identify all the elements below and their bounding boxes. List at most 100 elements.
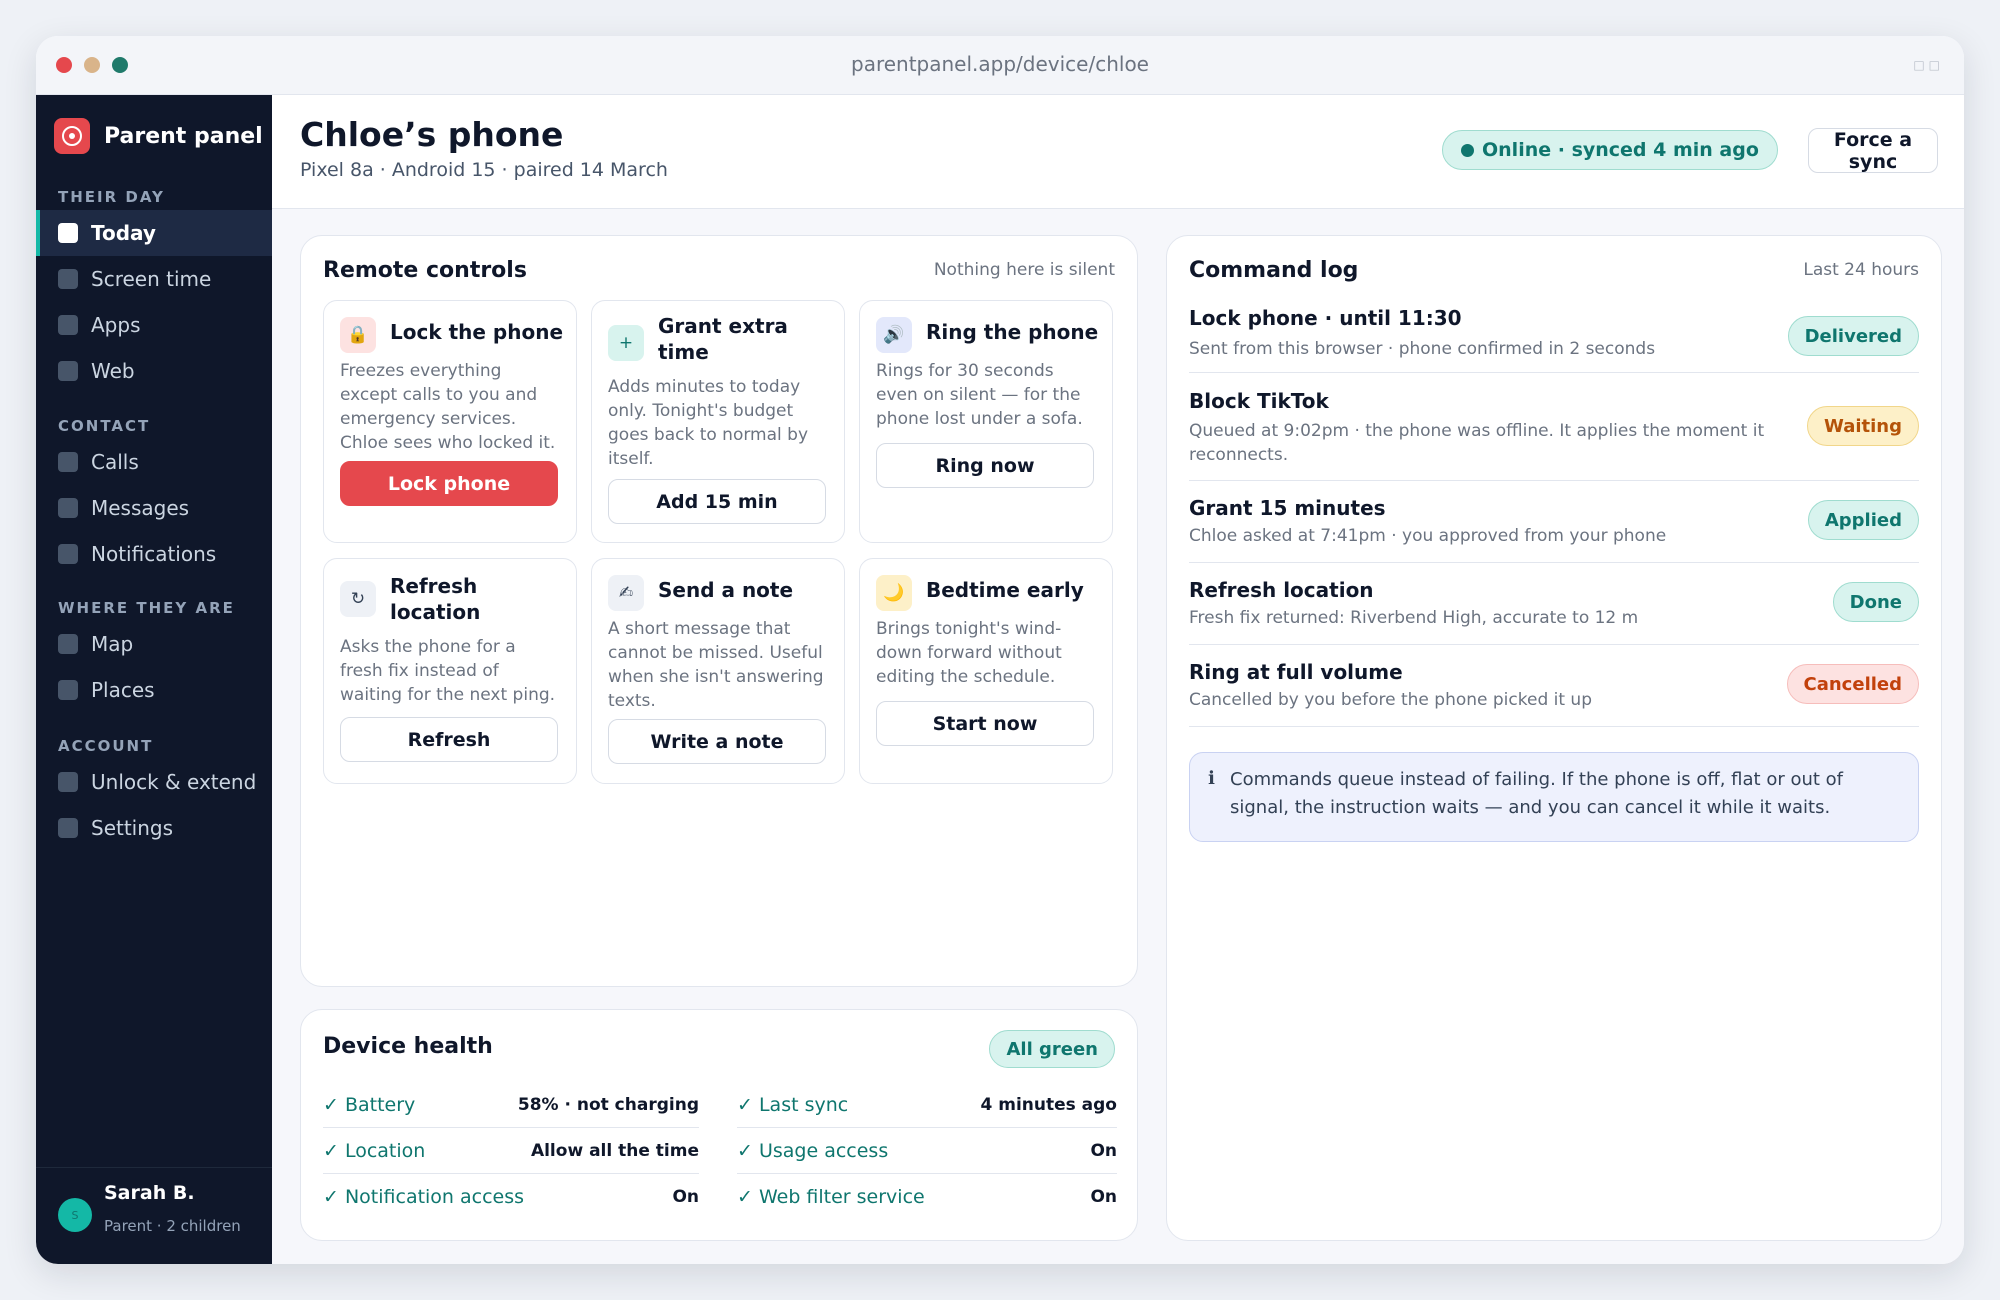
log-entry-ring-full-volume[interactable]: Ring at full volume Cancelled by you bef… — [1189, 645, 1919, 727]
status-badge: Delivered — [1787, 316, 1919, 356]
info-text: Commands queue instead of failing. If th… — [1230, 769, 1844, 818]
today-icon — [58, 223, 78, 243]
queue-info-callout: ℹ Commands queue instead of failing. If … — [1189, 752, 1919, 842]
calls-icon — [58, 452, 78, 472]
lock-phone-button[interactable]: Lock phone — [340, 461, 558, 506]
tile-ring-phone: 🔊 Ring the phone Rings for 30 seconds ev… — [859, 300, 1113, 543]
start-now-button[interactable]: Start now — [876, 701, 1094, 746]
log-detail: Chloe asked at 7:41pm · you approved fro… — [1189, 526, 1667, 546]
sidebar-item-label: Apps — [91, 313, 141, 337]
health-row-usage-access: ✓ Usage access On — [737, 1128, 1117, 1174]
web-icon — [58, 361, 78, 381]
title-bar: parentpanel.app/device/chloe □□ — [36, 36, 1964, 95]
online-dot-icon — [1461, 143, 1474, 157]
sidebar-item-label: Places — [91, 678, 155, 702]
sidebar-item-notifications[interactable]: Notifications — [36, 531, 272, 577]
sync-status-badge: Online · synced 4 min ago — [1442, 130, 1778, 170]
sidebar-item-calls[interactable]: Calls — [36, 439, 272, 485]
tile-description: A short message that cannot be missed. U… — [608, 619, 824, 711]
sidebar-item-label: Map — [91, 632, 134, 656]
log-title: Refresh location — [1189, 578, 1374, 602]
log-detail: Fresh fix returned: Riverbend High, accu… — [1189, 608, 1639, 628]
log-entry-grant-15[interactable]: Grant 15 minutes Chloe asked at 7:41pm ·… — [1189, 481, 1919, 563]
all-green-badge: All green — [989, 1030, 1115, 1068]
screen-time-icon — [58, 269, 78, 289]
tile-lock-phone: 🔒 Lock the phone Freezes everything exce… — [323, 300, 577, 543]
speaker-icon: 🔊 — [876, 317, 912, 353]
tile-description: Freezes everything except calls to you a… — [340, 361, 556, 453]
device-info: Pixel 8a · Android 15 · paired 14 March — [300, 159, 668, 181]
tile-title: Bedtime early — [926, 578, 1084, 602]
brand[interactable]: Parent panel — [54, 118, 263, 154]
tile-description: Asks the phone for a fresh fix instead o… — [340, 637, 556, 705]
address-bar[interactable]: parentpanel.app/device/chloe — [36, 52, 1964, 76]
status-badge: Applied — [1807, 500, 1919, 540]
log-title: Grant 15 minutes — [1189, 496, 1386, 520]
sidebar-item-settings[interactable]: Settings — [36, 805, 272, 851]
log-title: Block TikTok — [1189, 389, 1329, 413]
sidebar-item-web[interactable]: Web — [36, 348, 272, 394]
device-health-title: Device health — [323, 1034, 493, 1059]
health-value: 58% · not charging — [517, 1094, 699, 1115]
health-value: On — [1090, 1187, 1117, 1207]
sidebar-item-apps[interactable]: Apps — [36, 302, 272, 348]
sidebar-item-unlock-extend[interactable]: Unlock & extend — [36, 759, 272, 805]
user-profile[interactable]: S Sarah B. Parent · 2 children — [36, 1167, 272, 1264]
lock-icon: 🔒 — [340, 317, 376, 353]
refresh-button[interactable]: Refresh — [340, 717, 558, 762]
status-badge: Done — [1832, 582, 1919, 622]
tile-title: Refresh location — [390, 574, 481, 624]
log-title: Lock phone · until 11:30 — [1189, 306, 1462, 330]
tile-title: Grant extra time — [658, 314, 788, 364]
main-content: Chloe’s phone Pixel 8a · Android 15 · pa… — [272, 95, 1964, 1264]
tile-title: Lock the phone — [390, 320, 564, 344]
status-badge: Cancelled — [1786, 664, 1919, 704]
tile-refresh-location: ↻ Refresh location Asks the phone for a … — [323, 558, 577, 784]
user-name: Sarah B. — [104, 1182, 195, 1204]
section-label-where-they-are: WHERE THEY ARE — [58, 599, 235, 617]
sidebar-item-label: Calls — [91, 450, 139, 474]
log-entry-refresh-location[interactable]: Refresh location Fresh fix returned: Riv… — [1189, 563, 1919, 645]
health-row-web-filter: ✓ Web filter service On — [737, 1174, 1117, 1220]
log-detail: Cancelled by you before the phone picked… — [1189, 690, 1592, 710]
settings-icon — [58, 818, 78, 838]
notifications-icon — [58, 544, 78, 564]
section-label-contact: CONTACT — [58, 417, 151, 435]
force-sync-button[interactable]: Force a sync — [1808, 128, 1938, 173]
health-row-notification-access: ✓ Notification access On — [323, 1174, 699, 1220]
sidebar-item-label: Today — [91, 221, 156, 245]
tile-title: Ring the phone — [926, 320, 1099, 344]
log-title: Ring at full volume — [1189, 660, 1403, 684]
log-detail: Queued at 9:02pm · the phone was offline… — [1189, 421, 1765, 465]
tile-description: Rings for 30 seconds even on silent — fo… — [876, 361, 1083, 429]
tile-description: Adds minutes to today only. Tonight's bu… — [608, 377, 809, 469]
sidebar-item-map[interactable]: Map — [36, 621, 272, 667]
remote-controls-card: Remote controls Nothing here is silent 🔒… — [300, 235, 1138, 987]
sidebar-item-places[interactable]: Places — [36, 667, 272, 713]
user-role: Parent · 2 children — [104, 1217, 241, 1235]
places-icon — [58, 680, 78, 700]
sidebar-item-label: Web — [91, 359, 135, 383]
messages-icon — [58, 498, 78, 518]
browser-window: parentpanel.app/device/chloe □□ Parent p… — [36, 36, 1964, 1264]
health-label: ✓ Location — [323, 1139, 426, 1162]
brand-logo-icon — [54, 118, 90, 154]
sidebar-item-screen-time[interactable]: Screen time — [36, 256, 272, 302]
apps-icon — [58, 315, 78, 335]
log-entry-block-tiktok[interactable]: Block TikTok Queued at 9:02pm · the phon… — [1189, 373, 1919, 481]
write-note-button[interactable]: Write a note — [608, 719, 826, 764]
pen-icon: ✍ — [608, 575, 644, 611]
health-value: On — [1090, 1140, 1117, 1161]
page-title: Chloe’s phone — [300, 115, 564, 154]
tile-description: Brings tonight's wind-down forward witho… — [876, 619, 1062, 687]
section-label-account: ACCOUNT — [58, 737, 154, 755]
sidebar-item-today[interactable]: Today — [36, 210, 272, 256]
ring-now-button[interactable]: Ring now — [876, 443, 1094, 488]
add-15-min-button[interactable]: Add 15 min — [608, 479, 826, 524]
log-entry-lock-phone[interactable]: Lock phone · until 11:30 Sent from this … — [1189, 300, 1919, 373]
sidebar-item-messages[interactable]: Messages — [36, 485, 272, 531]
refresh-icon: ↻ — [340, 581, 376, 617]
health-label: ✓ Web filter service — [737, 1186, 925, 1208]
tile-send-note: ✍ Send a note A short message that canno… — [591, 558, 845, 784]
health-value: 4 minutes ago — [980, 1094, 1117, 1115]
